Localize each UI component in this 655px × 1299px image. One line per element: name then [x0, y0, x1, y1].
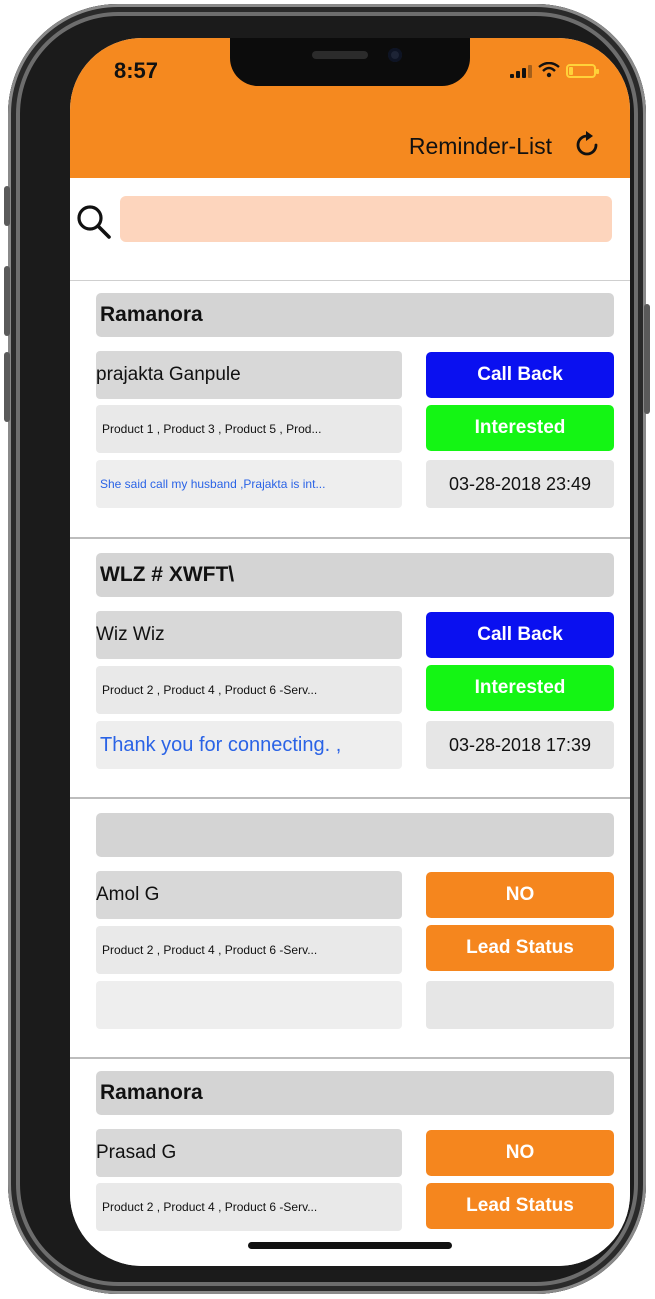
product-list: Product 2 , Product 4 , Product 6 -Serv.… — [96, 926, 402, 974]
reminder-datetime: 03-28-2018 23:49 — [426, 460, 614, 508]
side-button-power — [644, 304, 650, 414]
side-button-silent — [4, 186, 10, 226]
front-camera — [388, 48, 402, 62]
call-back-button[interactable]: Call Back — [426, 352, 614, 398]
product-list: Product 2 , Product 4 , Product 6 -Serv.… — [96, 1183, 402, 1231]
interested-button[interactable]: Interested — [426, 665, 614, 711]
refresh-icon[interactable] — [572, 130, 602, 160]
status-time: 8:57 — [114, 58, 159, 83]
interested-button[interactable]: Interested — [426, 405, 614, 451]
phone-frame: 8:57 Reminder-List Ramanora prajakta Gan… — [4, 4, 650, 1294]
search-bar — [70, 178, 630, 281]
battery-icon — [566, 64, 599, 78]
product-list: Product 2 , Product 4 , Product 6 -Serv.… — [96, 666, 402, 714]
home-indicator[interactable] — [248, 1242, 452, 1249]
signal-icon — [510, 64, 532, 78]
reminder-card[interactable]: WLZ # XWFT\ Wiz Wiz Call Back Product 2 … — [70, 539, 630, 799]
notch — [230, 38, 470, 86]
no-button[interactable]: NO — [426, 872, 614, 918]
no-button[interactable]: NO — [426, 1130, 614, 1176]
side-button-volume-down — [4, 352, 10, 422]
reminder-note: Thank you for connecting. , — [96, 721, 402, 769]
card-company-title: Ramanora — [96, 293, 614, 337]
contact-name: Prasad G — [96, 1129, 402, 1177]
lead-status-button[interactable]: Lead Status — [426, 925, 614, 971]
wifi-icon — [538, 62, 560, 78]
call-back-button[interactable]: Call Back — [426, 612, 614, 658]
speaker-grille — [312, 51, 368, 59]
card-company-title: WLZ # XWFT\ — [96, 553, 614, 597]
product-list: Product 1 , Product 3 , Product 5 , Prod… — [96, 405, 402, 453]
contact-name: Wiz Wiz — [96, 611, 402, 659]
side-button-volume-up — [4, 266, 10, 336]
reminder-card[interactable]: Ramanora Prasad G NO Product 2 , Product… — [70, 1059, 630, 1266]
reminder-datetime: 03-28-2018 17:39 — [426, 721, 614, 769]
app-screen: 8:57 Reminder-List Ramanora prajakta Gan… — [70, 38, 630, 1266]
reminder-note — [96, 981, 402, 1029]
card-company-title — [96, 813, 614, 857]
reminder-card[interactable]: Amol G NO Product 2 , Product 4 , Produc… — [70, 799, 630, 1059]
reminder-datetime — [426, 981, 614, 1029]
search-icon[interactable] — [74, 202, 114, 242]
search-input[interactable] — [120, 196, 612, 242]
card-company-title: Ramanora — [96, 1071, 614, 1115]
contact-name: prajakta Ganpule — [96, 351, 402, 399]
status-icons — [510, 62, 599, 78]
reminder-card[interactable]: Ramanora prajakta Ganpule Call Back Prod… — [70, 281, 630, 539]
contact-name: Amol G — [96, 871, 402, 919]
reminder-note: She said call my husband ,Prajakta is in… — [96, 460, 402, 508]
lead-status-button[interactable]: Lead Status — [426, 1183, 614, 1229]
page-title: Reminder-List — [408, 133, 552, 159]
